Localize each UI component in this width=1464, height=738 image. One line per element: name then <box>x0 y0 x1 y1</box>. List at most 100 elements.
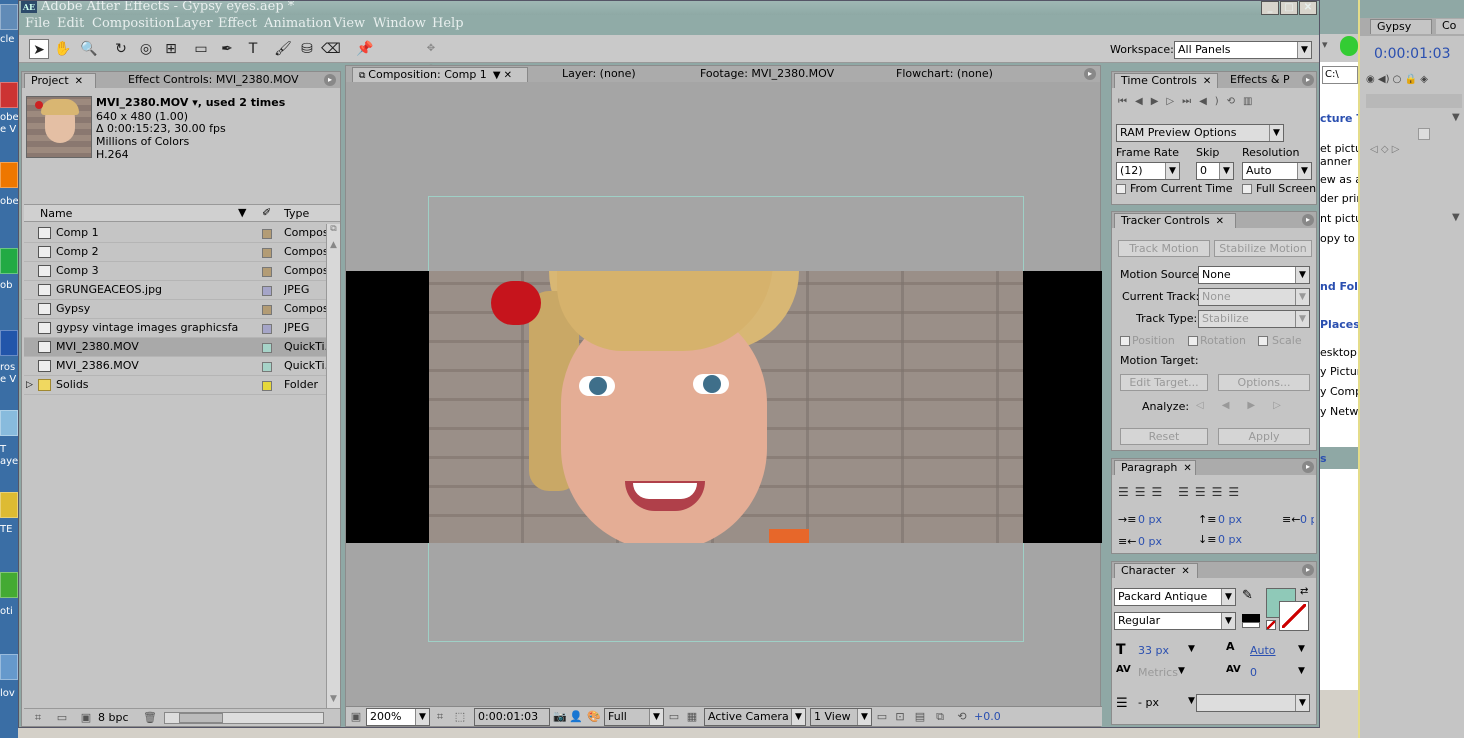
fast-previews-icon[interactable]: ⊡ <box>892 710 908 724</box>
label-color-swatch[interactable] <box>262 362 272 372</box>
tab-tracker-controls[interactable]: Tracker Controls ✕ <box>1114 213 1236 228</box>
list-item[interactable]: Gypsy Composi <box>24 300 326 319</box>
tab-paragraph[interactable]: Paragraph ✕ <box>1114 460 1196 475</box>
hand-tool-icon[interactable]: ✋ <box>53 39 73 59</box>
indent-right-icon[interactable]: ≡← <box>1282 513 1300 526</box>
desktop-icon[interactable] <box>0 162 18 188</box>
panel-menu-icon[interactable]: ▸ <box>324 74 336 86</box>
space-after-value[interactable]: 0 px <box>1218 533 1242 546</box>
toggle-pixel-aspect-icon[interactable]: ▭ <box>874 710 890 724</box>
stroke-width-dropdown-icon[interactable]: ▼ <box>1188 696 1195 706</box>
white-swatch-icon[interactable] <box>1242 622 1260 628</box>
edit-target-button[interactable]: Edit Target... <box>1120 374 1208 391</box>
panel-menu-icon[interactable]: ▸ <box>1084 68 1096 80</box>
scrollbar[interactable]: ⧉ ▲ ▼ <box>326 224 340 708</box>
trash-icon[interactable]: 🗑 <box>142 711 158 725</box>
scale-checkbox[interactable] <box>1258 336 1268 346</box>
type-column-header[interactable]: Type <box>284 207 309 220</box>
apply-button[interactable]: Apply <box>1218 428 1310 445</box>
flowchart-icon[interactable]: ⧉ <box>932 710 948 724</box>
tab-effect-controls[interactable]: Effect Controls: MVI_2380.MOV <box>122 73 322 88</box>
stroke-style-select[interactable]: ▼ <box>1196 694 1310 712</box>
checkbox[interactable] <box>1418 128 1430 140</box>
tab-project[interactable]: Project ✕ <box>24 73 96 88</box>
desktop-icon[interactable] <box>0 4 18 30</box>
list-item[interactable]: Comp 2 Composi <box>24 243 326 262</box>
zoom-tool-icon[interactable]: 🔍 <box>79 39 99 59</box>
timeline-timecode[interactable]: 0:00:01:03 <box>1374 46 1451 62</box>
sort-chevron-icon[interactable]: ▼ <box>238 206 246 219</box>
desktop-icon[interactable] <box>0 248 18 274</box>
safe-zones-icon[interactable]: ⌗ <box>432 710 448 724</box>
panel-menu-icon[interactable]: ▸ <box>1302 214 1314 226</box>
label-color-swatch[interactable] <box>262 248 272 258</box>
label-color-swatch[interactable] <box>262 381 272 391</box>
stroke-width-value[interactable]: - px <box>1138 696 1159 709</box>
eyedropper-icon[interactable]: ✎ <box>1242 588 1253 603</box>
resolution-select[interactable]: Auto ▼ <box>1242 162 1312 180</box>
from-current-time-checkbox[interactable] <box>1116 184 1126 194</box>
list-item[interactable]: MVI_2386.MOV QuickTi... <box>24 357 326 376</box>
task-link[interactable]: nt pictu <box>1320 212 1362 225</box>
motion-source-select[interactable]: None ▼ <box>1198 266 1310 284</box>
swap-colors-icon[interactable]: ⇄ <box>1300 586 1308 597</box>
axis-mode-icon[interactable]: ✥ ● ✦ <box>421 39 441 94</box>
new-comp-icon[interactable]: ▣ <box>78 711 94 725</box>
tab-layer[interactable]: Layer: (none) <box>556 67 664 82</box>
rotation-checkbox[interactable] <box>1188 336 1198 346</box>
puppet-pin-icon[interactable]: 📌 <box>355 39 375 59</box>
clone-stamp-icon[interactable]: ⛁ <box>297 39 317 59</box>
menu-animation[interactable]: Animation <box>264 16 332 31</box>
brush-tool-icon[interactable]: 🖌 <box>273 39 293 59</box>
orbit-camera-icon[interactable]: ◎ <box>136 39 156 59</box>
rotate-tool-icon[interactable]: ↻ <box>111 39 131 59</box>
leading-dropdown-icon[interactable]: ▼ <box>1298 644 1305 654</box>
label-color-swatch[interactable] <box>262 229 272 239</box>
mask-visibility-icon[interactable]: ⬚ <box>452 710 468 724</box>
address-field[interactable]: C:\ <box>1322 66 1358 84</box>
tab-effects-presets[interactable]: Effects & P <box>1224 73 1298 88</box>
transparency-grid-icon[interactable]: ▦ <box>684 710 700 724</box>
panel-menu-icon[interactable]: ▸ <box>1302 74 1314 86</box>
black-swatch-icon[interactable] <box>1242 614 1260 622</box>
layer-row[interactable] <box>1366 94 1462 108</box>
analyze-buttons[interactable]: ◁◀▶▷ <box>1196 400 1308 414</box>
space-before-icon[interactable]: ↑≡ <box>1198 513 1216 526</box>
maximize-button[interactable]: □ <box>1280 1 1298 15</box>
ram-preview-select[interactable]: RAM Preview Options ▼ <box>1116 124 1284 142</box>
stroke-color-swatch[interactable] <box>1279 601 1309 631</box>
menu-composition[interactable]: Composition <box>92 16 175 31</box>
resolution-select[interactable]: Full ▼ <box>604 708 664 726</box>
indent-left-value[interactable]: 0 px <box>1138 513 1162 526</box>
playback-buttons[interactable]: ⏮◀▶▷⏭◀)⟲▥ <box>1118 96 1314 112</box>
interpret-footage-icon[interactable]: ⌗ <box>30 711 46 725</box>
color-channels-icon[interactable]: 🎨 <box>586 710 602 724</box>
full-screen-checkbox[interactable] <box>1242 184 1252 194</box>
item-name[interactable]: MVI_2380.MOV ▾, used 2 times <box>96 96 285 109</box>
label-color-swatch[interactable] <box>262 324 272 334</box>
rectangle-mask-icon[interactable]: ▭ <box>191 39 211 59</box>
pen-tool-icon[interactable]: ✒ <box>217 39 237 59</box>
video-frame[interactable] <box>429 271 1023 543</box>
desktop-icon[interactable] <box>0 654 18 680</box>
desktop-icon[interactable] <box>0 572 18 598</box>
tracking-dropdown-icon[interactable]: ▼ <box>1298 666 1305 676</box>
list-item[interactable]: ▷ Solids Folder <box>24 376 326 395</box>
list-item[interactable]: Comp 1 Composi <box>24 224 326 243</box>
label-column-icon[interactable]: ✐ <box>262 206 271 219</box>
font-family-select[interactable]: Packard Antique ▼ <box>1114 588 1236 606</box>
task-link[interactable]: der prin <box>1320 192 1363 205</box>
first-line-indent-value[interactable]: 0 px <box>1138 535 1162 548</box>
panel-menu-icon[interactable]: ▸ <box>1302 461 1314 473</box>
layer-switches-icon[interactable]: ◉ ◀) ○ 🔒 ◈ <box>1366 74 1464 90</box>
menu-window[interactable]: Window <box>373 16 426 31</box>
desktop-icon[interactable] <box>0 82 18 108</box>
position-checkbox[interactable] <box>1120 336 1130 346</box>
tab-flowchart[interactable]: Flowchart: (none) <box>890 67 1010 82</box>
font-size-dropdown-icon[interactable]: ▼ <box>1188 644 1195 654</box>
space-after-icon[interactable]: ↓≡ <box>1198 533 1216 546</box>
exposure-value[interactable]: +0.0 <box>974 710 1001 723</box>
show-snapshot-icon[interactable]: 👤 <box>568 710 584 724</box>
tab-footage[interactable]: Footage: MVI_2380.MOV <box>694 67 842 82</box>
menu-layer[interactable]: Layer <box>175 16 213 31</box>
